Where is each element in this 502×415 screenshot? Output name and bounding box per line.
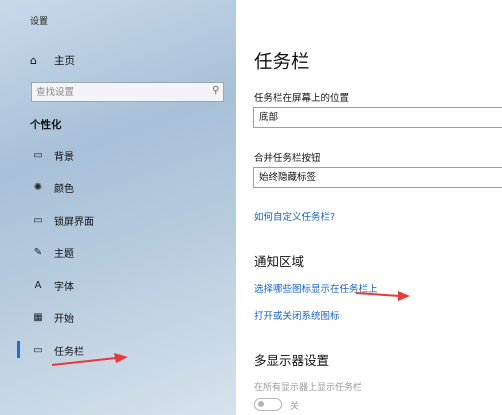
sidebar-item-fonts[interactable]: A 字体 xyxy=(30,276,220,294)
sidebar-item-lockscreen[interactable]: ▭ 锁屏界面 xyxy=(30,211,220,229)
taskbar-icon: ▭ xyxy=(33,344,43,356)
sidebar-item-label: 颜色 xyxy=(54,183,74,195)
active-indicator xyxy=(17,341,20,358)
sidebar-item-taskbar[interactable]: ▭ 任务栏 xyxy=(30,341,220,359)
sidebar-item-label: 锁屏界面 xyxy=(54,216,94,228)
sidebar-home-label: 主页 xyxy=(54,54,75,67)
font-icon: A xyxy=(34,279,42,291)
sidebar-home[interactable]: ⌂ 主页 xyxy=(30,52,75,68)
position-label: 任务栏在屏幕上的位置 xyxy=(254,93,350,104)
sidebar-item-label: 任务栏 xyxy=(54,346,84,358)
search-input[interactable] xyxy=(36,84,204,100)
system-icons-link[interactable]: 打开或关闭系统图标 xyxy=(254,308,340,322)
sidebar-item-label: 背景 xyxy=(54,151,74,163)
sidebar-item-label: 主题 xyxy=(54,248,74,260)
start-icon: ▦ xyxy=(33,311,43,323)
customize-link[interactable]: 如何自定义任务栏? xyxy=(254,209,335,223)
combine-dropdown[interactable]: 始终隐藏标签 xyxy=(253,167,502,188)
theme-icon: ✎ xyxy=(33,246,43,258)
palette-icon: ✺ xyxy=(33,181,43,193)
show-all-displays-label: 在所有显示器上显示任务栏 xyxy=(254,383,363,393)
background-icon: ▭ xyxy=(33,149,43,161)
show-all-displays-toggle[interactable] xyxy=(254,398,282,411)
combine-label: 合并任务栏按钮 xyxy=(254,153,321,164)
sidebar-item-label: 开始 xyxy=(54,313,74,325)
sidebar-item-themes[interactable]: ✎ 主题 xyxy=(30,243,220,261)
position-dropdown[interactable]: 底部 xyxy=(253,107,502,128)
search-box[interactable]: ⚲ xyxy=(31,82,224,102)
page-title: 任务栏 xyxy=(254,52,310,73)
sidebar-item-start[interactable]: ▦ 开始 xyxy=(30,308,220,326)
sidebar-item-colors[interactable]: ✺ 颜色 xyxy=(30,178,220,196)
select-icons-link[interactable]: 选择哪些图标显示在任务栏上 xyxy=(254,281,378,295)
main-panel: 任务栏 任务栏在屏幕上的位置 底部 合并任务栏按钮 始终隐藏标签 如何自定义任务… xyxy=(236,0,502,415)
toggle-knob xyxy=(258,401,264,407)
sidebar-item-background[interactable]: ▭ 背景 xyxy=(30,146,220,164)
multi-display-heading: 多显示器设置 xyxy=(254,353,330,368)
window-title: 设置 xyxy=(30,17,49,27)
notification-heading: 通知区域 xyxy=(254,254,305,269)
section-title: 个性化 xyxy=(30,119,62,131)
sidebar-item-label: 字体 xyxy=(54,281,74,293)
toggle-state-label: 关 xyxy=(290,402,300,412)
sidebar: 设置 ⌂ 主页 ⚲ 个性化 ▭ 背景 ✺ 颜色 ▭ 锁屏界面 ✎ 主题 A 字体… xyxy=(0,0,236,415)
home-icon: ⌂ xyxy=(30,53,37,67)
lockscreen-icon: ▭ xyxy=(33,214,43,226)
search-icon[interactable]: ⚲ xyxy=(212,85,219,96)
